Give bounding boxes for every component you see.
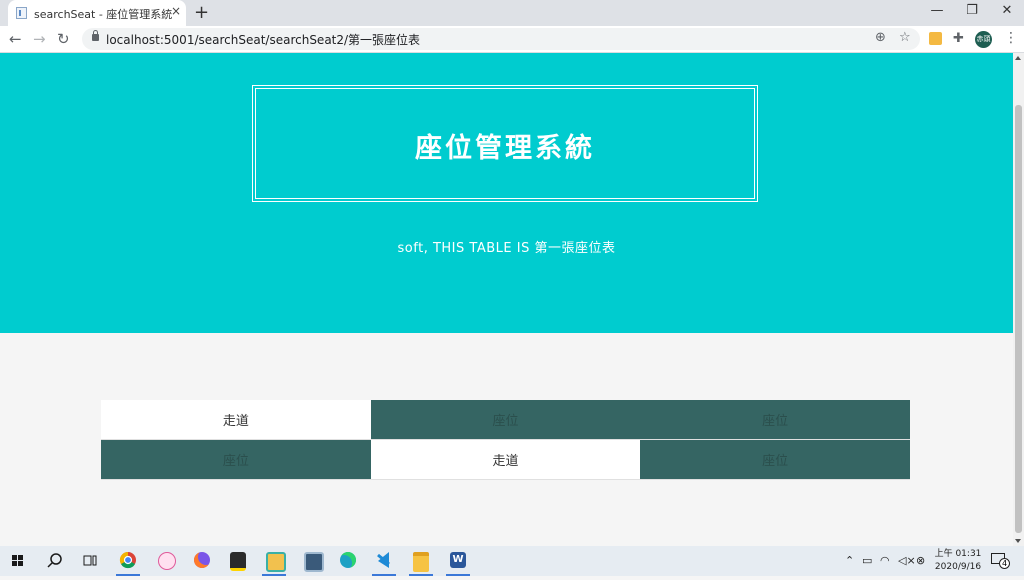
- battery-icon[interactable]: ▭: [862, 554, 872, 567]
- word-icon[interactable]: W: [443, 546, 473, 576]
- seat-cell-walkway[interactable]: 走道: [101, 400, 371, 440]
- browser-toolbar: ← → ↻ localhost:5001/searchSeat/searchSe…: [0, 26, 1024, 53]
- seat-cell-seat[interactable]: 座位: [640, 439, 910, 480]
- extension-app-icon[interactable]: [929, 32, 942, 45]
- menu-kebab-icon[interactable]: ⋮: [1004, 30, 1018, 46]
- notification-count-badge: 4: [999, 558, 1010, 569]
- extensions-puzzle-icon[interactable]: ✚: [953, 31, 964, 46]
- chrome-icon[interactable]: [113, 546, 143, 576]
- restore-button[interactable]: ❐: [957, 3, 987, 18]
- volume-muted-icon[interactable]: ◁×: [898, 554, 916, 567]
- page-favicon-icon: [16, 7, 27, 19]
- windows-start-icon[interactable]: [3, 546, 33, 576]
- seat-cell-seat[interactable]: 座位: [370, 400, 641, 440]
- bookmark-star-icon[interactable]: ☆: [899, 30, 911, 45]
- tab-title: searchSeat - 座位管理系統: [34, 8, 173, 21]
- tab-close-icon[interactable]: ×: [171, 4, 181, 18]
- title-frame: 座位管理系統: [252, 85, 758, 202]
- reload-icon[interactable]: ↻: [57, 30, 70, 48]
- page-subtitle: soft, THIS TABLE IS 第一張座位表: [397, 241, 616, 256]
- minimize-button[interactable]: —: [922, 3, 952, 18]
- scrollbar-thumb[interactable]: [1015, 105, 1022, 533]
- seat-row: 走道 座位 座位: [101, 400, 910, 440]
- page-scrollbar[interactable]: [1013, 53, 1024, 546]
- seat-cell-walkway[interactable]: 走道: [370, 439, 641, 480]
- seat-row: 座位 走道 座位: [101, 439, 910, 480]
- clock-date: 2020/9/16: [934, 562, 982, 572]
- url-text[interactable]: localhost:5001/searchSeat/searchSeat2/第一…: [106, 31, 420, 48]
- vscode-icon[interactable]: [369, 546, 399, 576]
- back-icon[interactable]: ←: [9, 30, 22, 48]
- browser-tab-bar: searchSeat - 座位管理系統 × + — ❐ ✕: [0, 0, 1024, 26]
- system-clock[interactable]: 上午 01:31 2020/9/16: [933, 548, 983, 574]
- close-window-button[interactable]: ✕: [992, 3, 1022, 18]
- edge-icon[interactable]: [333, 546, 363, 576]
- zoom-icon[interactable]: ⊕: [875, 30, 886, 45]
- browser-tab[interactable]: searchSeat - 座位管理系統 ×: [8, 0, 186, 26]
- lock-icon[interactable]: [92, 30, 99, 41]
- address-bar[interactable]: localhost:5001/searchSeat/searchSeat2/第一…: [82, 28, 920, 50]
- firefox-icon[interactable]: [187, 546, 217, 576]
- wifi-icon[interactable]: ◠: [880, 554, 890, 567]
- windows-taskbar: W ⌃ ▭ ◠ ◁× ⊗ 上午 01:31 2020/9/16 4: [0, 546, 1024, 576]
- forward-icon[interactable]: →: [33, 30, 46, 48]
- profile-avatar[interactable]: 赤頭: [975, 31, 992, 48]
- seat-cell-seat[interactable]: 座位: [101, 439, 371, 480]
- calculator-icon[interactable]: [297, 546, 327, 576]
- status-x-icon[interactable]: ⊗: [916, 554, 925, 567]
- task-view-icon[interactable]: [75, 546, 105, 576]
- file-explorer-icon[interactable]: [406, 546, 436, 576]
- sticky-notes-icon[interactable]: [223, 546, 253, 576]
- seat-cell-seat[interactable]: 座位: [640, 400, 910, 440]
- scroll-down-arrow-icon[interactable]: [1015, 539, 1021, 543]
- new-tab-button[interactable]: +: [194, 2, 209, 23]
- search-icon[interactable]: [40, 546, 70, 576]
- page-title: 座位管理系統: [415, 133, 595, 164]
- snip-sketch-icon[interactable]: [259, 546, 289, 576]
- paint-3d-icon[interactable]: [151, 546, 181, 576]
- tray-chevron-icon[interactable]: ⌃: [845, 554, 854, 567]
- seat-table: 走道 座位 座位 座位 走道 座位: [101, 400, 910, 480]
- hero-banner: 座位管理系統 soft, THIS TABLE IS 第一張座位表: [0, 53, 1013, 333]
- clock-time: 上午 01:31: [934, 549, 982, 559]
- scroll-up-arrow-icon[interactable]: [1015, 56, 1021, 60]
- page-viewport: 座位管理系統 soft, THIS TABLE IS 第一張座位表 走道 座位 …: [0, 53, 1013, 546]
